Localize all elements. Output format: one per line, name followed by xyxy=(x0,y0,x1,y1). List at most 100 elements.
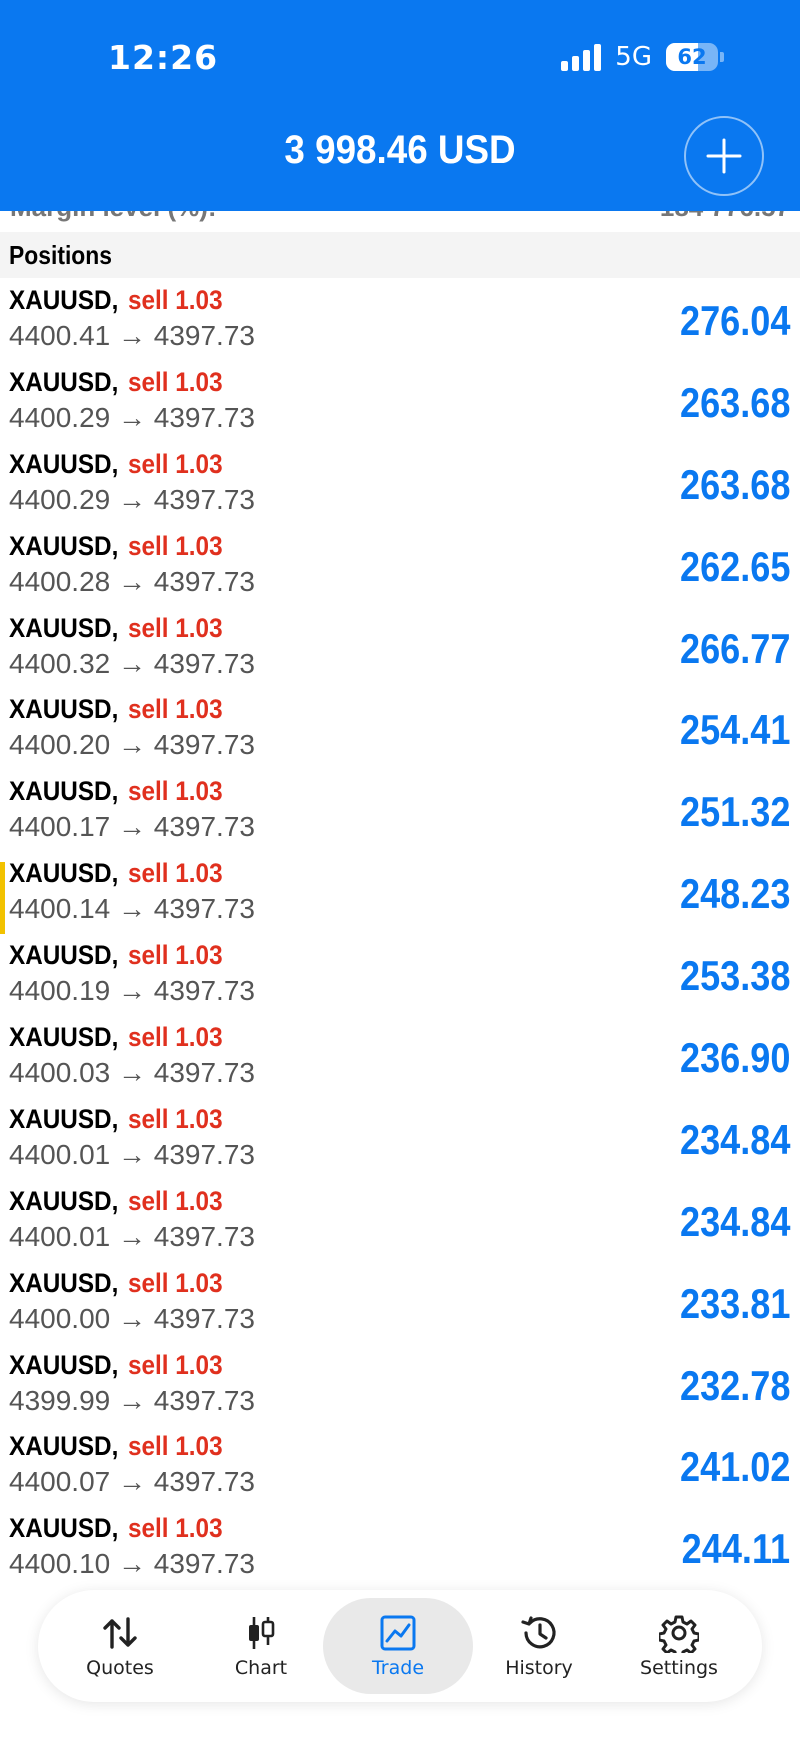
battery-level: 62 xyxy=(677,45,707,69)
position-symbol: XAUUSD, xyxy=(9,1185,119,1216)
position-prices: 4400.20 → 4397.73 xyxy=(9,729,255,761)
position-profit: 234.84 xyxy=(679,1197,790,1245)
position-symbol: XAUUSD, xyxy=(9,1267,119,1298)
network-type: 5G xyxy=(615,42,652,72)
position-side-volume: sell 1.03 xyxy=(128,1267,223,1298)
position-prices: 4400.19 → 4397.73 xyxy=(9,975,255,1007)
position-prices: 4400.41 → 4397.73 xyxy=(9,320,255,351)
position-title: XAUUSD, sell 1.03 xyxy=(9,1186,233,1217)
position-row[interactable]: XAUUSD, sell 1.03 4400.32 → 4397.73 266.77 xyxy=(0,607,800,689)
position-title: XAUUSD, sell 1.03 xyxy=(9,613,233,644)
tab-chart[interactable]: Chart xyxy=(186,1598,336,1694)
position-row[interactable]: XAUUSD, sell 1.03 4400.00 → 4397.73 233.81 xyxy=(0,1262,800,1344)
position-prices: 4400.00 → 4397.73 xyxy=(9,1302,255,1334)
battery-icon: 62 xyxy=(666,43,718,71)
position-symbol: XAUUSD, xyxy=(9,776,119,807)
new-order-button[interactable] xyxy=(684,116,764,196)
status-time: 12:26 xyxy=(108,38,219,77)
chart-icon xyxy=(249,1617,275,1649)
position-symbol: XAUUSD, xyxy=(9,1349,119,1380)
history-icon xyxy=(521,1616,556,1649)
position-row[interactable]: XAUUSD, sell 1.03 4400.17 → 4397.73 251.32 xyxy=(0,770,800,852)
tab-label-trade: Trade xyxy=(371,1657,425,1679)
position-prices: 4400.03 → 4397.73 xyxy=(9,1057,255,1089)
position-symbol: XAUUSD, xyxy=(9,1431,119,1462)
position-row[interactable]: XAUUSD, sell 1.03 4400.14 → 4397.73 248.23 xyxy=(0,852,800,935)
position-row[interactable]: XAUUSD, sell 1.03 4400.41 → 4397.73 276.04 xyxy=(0,279,800,361)
position-row[interactable]: XAUUSD, sell 1.03 4400.01 → 4397.73 234.84 xyxy=(0,1098,800,1180)
tab-label-chart: Chart xyxy=(234,1657,288,1679)
battery-tip xyxy=(720,52,724,62)
position-side-volume: sell 1.03 xyxy=(128,858,223,889)
status-indicators: 5G 62 xyxy=(561,42,724,72)
tab-settings[interactable]: Settings xyxy=(604,1598,754,1694)
position-profit: 266.77 xyxy=(679,624,790,672)
position-title: XAUUSD, sell 1.03 xyxy=(9,449,233,480)
position-title: XAUUSD, sell 1.03 xyxy=(9,1268,233,1299)
position-symbol: XAUUSD, xyxy=(9,858,119,889)
tab-trade[interactable]: Trade xyxy=(323,1598,473,1694)
position-row[interactable]: XAUUSD, sell 1.03 4400.19 → 4397.73 253.38 xyxy=(0,934,800,1016)
position-prices: 4400.17 → 4397.73 xyxy=(9,811,255,843)
position-side-volume: sell 1.03 xyxy=(128,530,223,561)
position-row[interactable]: XAUUSD, sell 1.03 4400.29 → 4397.73 263.68 xyxy=(0,361,800,443)
settings-icon xyxy=(659,1615,699,1653)
position-row[interactable]: XAUUSD, sell 1.03 4400.01 → 4397.73 234.84 xyxy=(0,1180,800,1262)
position-side-volume: sell 1.03 xyxy=(128,940,223,971)
position-profit: 234.84 xyxy=(679,1115,790,1163)
tab-quotes[interactable]: Quotes xyxy=(45,1598,195,1694)
position-title: XAUUSD, sell 1.03 xyxy=(9,1350,233,1381)
positions-title: Positions xyxy=(9,240,112,270)
position-side-volume: sell 1.03 xyxy=(128,1513,223,1544)
tab-label-quotes: Quotes xyxy=(86,1657,154,1679)
position-prices: 4400.32 → 4397.73 xyxy=(9,647,255,679)
position-side-volume: sell 1.03 xyxy=(128,1022,223,1053)
position-side-volume: sell 1.03 xyxy=(128,1103,223,1134)
position-side-volume: sell 1.03 xyxy=(128,285,223,315)
position-row[interactable]: XAUUSD, sell 1.03 4400.20 → 4397.73 254.41 xyxy=(0,688,800,770)
position-row[interactable]: XAUUSD, sell 1.03 4400.07 → 4397.73 241.02 xyxy=(0,1425,800,1507)
position-prices: 4400.01 → 4397.73 xyxy=(9,1220,255,1252)
quotes-icon xyxy=(103,1617,137,1649)
position-profit: 241.02 xyxy=(679,1443,790,1491)
position-symbol: XAUUSD, xyxy=(9,1022,119,1053)
position-prices: 4400.14 → 4397.73 xyxy=(9,893,255,925)
position-row[interactable]: XAUUSD, sell 1.03 4400.28 → 4397.73 262.65 xyxy=(0,525,800,607)
trade-icon xyxy=(380,1615,416,1651)
position-row[interactable]: XAUUSD, sell 1.03 4400.29 → 4397.73 263.68 xyxy=(0,443,800,525)
positions-header: Positions xyxy=(0,232,800,278)
position-prices: 4400.29 → 4397.73 xyxy=(9,401,255,433)
position-row[interactable]: XAUUSD, sell 1.03 4399.99 → 4397.73 232.78 xyxy=(0,1344,800,1426)
position-title: XAUUSD, sell 1.03 xyxy=(9,858,233,889)
position-profit: 248.23 xyxy=(679,870,790,918)
tab-history[interactable]: History xyxy=(464,1598,614,1694)
position-profit: 244.11 xyxy=(681,1525,790,1573)
position-profit: 233.81 xyxy=(679,1279,790,1327)
position-profit: 251.32 xyxy=(679,788,790,836)
position-side-volume: sell 1.03 xyxy=(128,612,223,643)
position-title: XAUUSD, sell 1.03 xyxy=(9,531,233,562)
account-balance: 3 998.46 USD xyxy=(284,128,516,172)
position-profit: 262.65 xyxy=(679,542,790,590)
position-symbol: XAUUSD, xyxy=(9,448,119,479)
position-prices: 4400.28 → 4397.73 xyxy=(9,565,255,597)
position-profit: 236.90 xyxy=(679,1034,790,1082)
position-title: XAUUSD, sell 1.03 xyxy=(9,1513,233,1544)
position-title: XAUUSD, sell 1.03 xyxy=(9,940,233,971)
position-profit: 276.04 xyxy=(679,297,790,344)
position-symbol: XAUUSD, xyxy=(9,694,119,725)
position-row[interactable]: XAUUSD, sell 1.03 4400.10 → 4397.73 244.11 xyxy=(0,1507,800,1589)
plus-icon xyxy=(706,138,742,174)
tab-label-history: History xyxy=(505,1657,573,1679)
position-title: XAUUSD, sell 1.03 xyxy=(9,1431,233,1462)
position-prices: 4400.07 → 4397.73 xyxy=(9,1466,255,1498)
position-symbol: XAUUSD, xyxy=(9,612,119,643)
bottom-tab-bar: Quotes Chart Trade History Settings xyxy=(38,1590,762,1702)
position-title: XAUUSD, sell 1.03 xyxy=(9,367,233,398)
top-header: 12:26 5G 62 3 998.46 USD xyxy=(0,0,800,211)
position-symbol: XAUUSD, xyxy=(9,530,119,561)
position-profit: 254.41 xyxy=(679,706,790,754)
position-row[interactable]: XAUUSD, sell 1.03 4400.03 → 4397.73 236.90 xyxy=(0,1016,800,1098)
position-side-volume: sell 1.03 xyxy=(128,366,223,397)
position-side-volume: sell 1.03 xyxy=(128,776,223,807)
